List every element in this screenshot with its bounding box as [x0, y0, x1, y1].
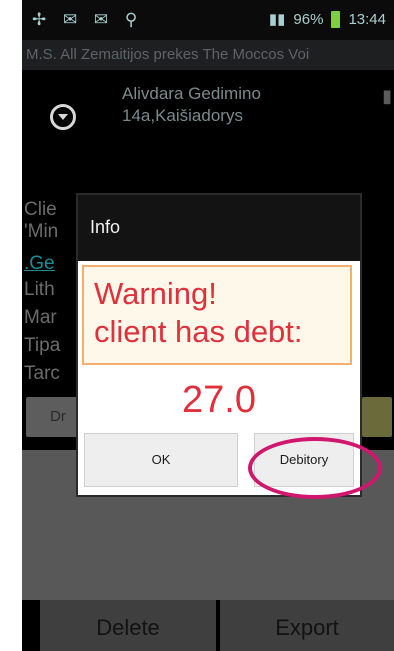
address-header: Alivdara Gedimino 14a,Kaišiadorys ▮: [22, 70, 394, 195]
overflow-icon[interactable]: ▮: [382, 86, 392, 107]
warning-line1: Warning!: [94, 276, 217, 311]
notification-icons: ✢ ✉ ✉ ⚲: [32, 10, 144, 29]
highlight-circle: [248, 437, 382, 499]
title-marquee: M.S. All Zemaitijos prekes The Moccos Vo…: [22, 40, 394, 70]
signal-icon: ▮▮: [268, 11, 286, 28]
clock: 13:44: [348, 10, 386, 28]
bg-button[interactable]: Dr: [26, 397, 86, 437]
debt-amount: 27.0: [182, 379, 256, 421]
address-line1: Alivdara Gedimino: [122, 84, 261, 103]
delete-button[interactable]: Delete: [40, 600, 216, 651]
export-button[interactable]: Export: [220, 600, 394, 651]
warning-box: Warning! client has debt:: [82, 265, 352, 365]
bg-line-1: 'Min: [24, 221, 59, 242]
bg-button-right[interactable]: [362, 397, 392, 437]
bg-line-4: Mar: [24, 307, 57, 328]
address-line2: 14a,Kaišiadorys: [122, 106, 243, 125]
dialog-title: Info: [90, 217, 121, 237]
bg-line-2[interactable]: .Ge: [24, 253, 55, 275]
battery-percent: 96%: [293, 10, 324, 28]
ok-button[interactable]: OK: [84, 433, 238, 487]
bg-line-5: Tipa: [24, 335, 61, 356]
battery-icon: [331, 10, 341, 28]
dialog-header: Info: [78, 195, 360, 261]
bg-line-6: Tarc: [24, 363, 60, 384]
expand-circle-icon[interactable]: [50, 104, 76, 130]
status-bar: ✢ ✉ ✉ ⚲ ▮▮ 96% 13:44: [22, 0, 394, 40]
status-right: ▮▮ 96% 13:44: [269, 10, 386, 28]
bg-line-0: Clie: [24, 199, 57, 220]
bg-line-3: Lith: [24, 279, 55, 300]
bottom-bar: Delete Export: [22, 600, 394, 651]
warning-line2: client has debt:: [94, 314, 303, 349]
